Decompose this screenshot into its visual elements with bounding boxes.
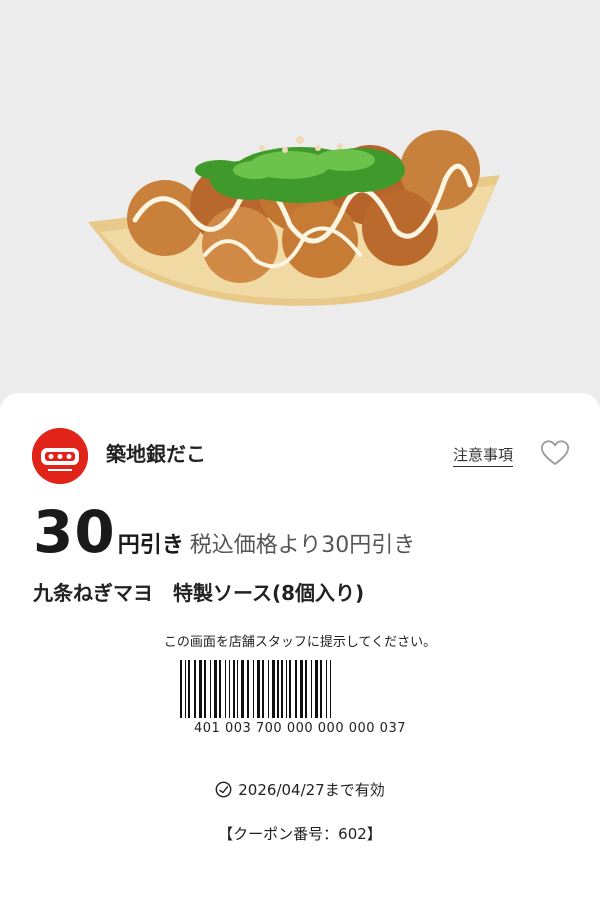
barcode-bar [219, 660, 221, 718]
validity-row: 2026/04/27まで有効 [0, 779, 600, 800]
product-photo [0, 0, 600, 400]
barcode-number: 401 003 700 000 000 000 037 [194, 721, 406, 736]
barcode-bar [289, 660, 291, 718]
brand-name: 築地銀だこ [106, 442, 206, 466]
barcode-bar [286, 660, 287, 718]
barcode-bar [185, 660, 186, 718]
barcode-bar [281, 660, 283, 718]
barcode-bar [237, 660, 238, 718]
barcode-bar [210, 660, 211, 718]
gindaco-logo-icon [32, 428, 88, 484]
barcode-bar [315, 660, 318, 718]
barcode-bar [305, 660, 307, 718]
barcode-bar [180, 660, 182, 718]
validity-text: 2026/04/27まで有効 [238, 781, 385, 799]
barcode-bar [268, 660, 269, 718]
barcode-bar [311, 660, 312, 718]
clock-icon [215, 781, 232, 798]
barcode-bar [300, 660, 303, 718]
barcode-bar [330, 660, 331, 718]
coupon-number: 【クーポン番号：602】 [218, 825, 382, 843]
barcode-bar [253, 660, 254, 718]
barcode-bar [247, 660, 249, 718]
barcode-bar [241, 660, 244, 718]
heart-outline-icon[interactable] [540, 439, 570, 467]
barcode-bar [320, 660, 322, 718]
barcode-bar [326, 660, 327, 718]
barcode-bar [199, 660, 202, 718]
barcode-bar [272, 660, 275, 718]
barcode-bar [229, 660, 230, 718]
discount-note: 税込価格より30円引き [189, 533, 416, 558]
barcode-bar [188, 660, 190, 718]
barcode [180, 660, 331, 718]
barcode-bar [225, 660, 226, 718]
discount-value: 30 [33, 498, 116, 566]
barcode-bar [277, 660, 279, 718]
barcode-bar [214, 660, 217, 718]
product-name: 九条ねぎマヨ 特製ソース(8個入り) [33, 581, 365, 605]
redeem-instruction: この画面を店舗スタッフに提示してください。 [163, 635, 437, 650]
barcode-bar [257, 660, 260, 718]
barcode-bar [204, 660, 206, 718]
barcode-bar [262, 660, 264, 718]
discount-amount: 30円引き 税込価格より30円引き [33, 498, 415, 568]
barcode-bar [194, 660, 196, 718]
discount-unit: 円引き [117, 533, 184, 558]
notes-link[interactable]: 注意事項 [453, 444, 514, 467]
barcode-bar [233, 660, 235, 718]
barcode-bar [295, 660, 297, 718]
